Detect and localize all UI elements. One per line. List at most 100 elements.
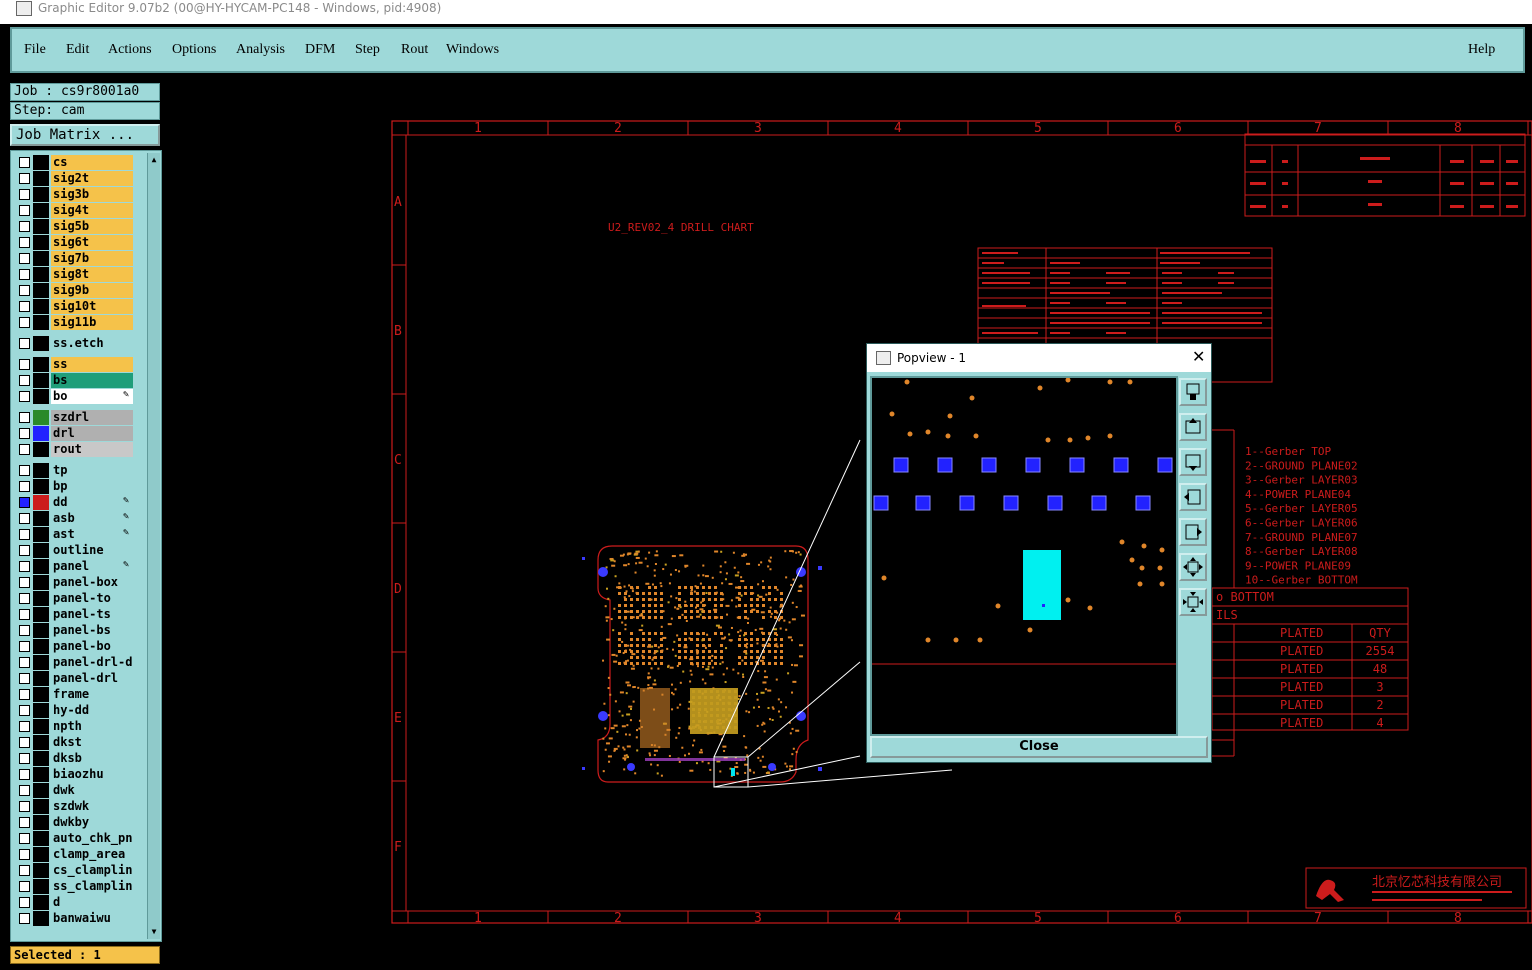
layer-row[interactable]: cs (13, 155, 141, 170)
layer-checkbox[interactable] (19, 285, 30, 296)
layer-checkbox[interactable] (19, 721, 30, 732)
layer-color-swatch[interactable] (33, 575, 49, 590)
menu-step[interactable]: Step (355, 42, 380, 58)
layer-checkbox[interactable] (19, 317, 30, 328)
layer-row[interactable]: d (13, 895, 141, 910)
layer-color-swatch[interactable] (33, 623, 49, 638)
layer-color-swatch[interactable] (33, 203, 49, 218)
layer-color-swatch[interactable] (33, 847, 49, 862)
layer-color-swatch[interactable] (33, 767, 49, 782)
layer-row[interactable]: drl (13, 426, 141, 441)
layer-row[interactable]: hy-dd (13, 703, 141, 718)
layer-row[interactable]: panel ✎ (13, 559, 141, 574)
popview-zoom-out-icon[interactable] (1179, 588, 1207, 616)
layer-checkbox[interactable] (19, 849, 30, 860)
layer-color-swatch[interactable] (33, 751, 49, 766)
layer-checkbox[interactable] (19, 545, 30, 556)
layer-checkbox[interactable] (19, 189, 30, 200)
scroll-up-icon[interactable]: ▲ (149, 155, 159, 165)
layer-row[interactable]: sig7b (13, 251, 141, 266)
layer-checkbox[interactable] (19, 577, 30, 588)
layer-row[interactable]: dksb (13, 751, 141, 766)
layer-row[interactable]: dwk (13, 783, 141, 798)
layer-checkbox[interactable] (19, 609, 30, 620)
layer-color-swatch[interactable] (33, 895, 49, 910)
layer-checkbox[interactable] (19, 785, 30, 796)
layer-checkbox[interactable] (19, 913, 30, 924)
layer-row[interactable]: banwaiwu (13, 911, 141, 926)
layer-row[interactable]: sig4t (13, 203, 141, 218)
layer-color-swatch[interactable] (33, 655, 49, 670)
layer-row[interactable]: dwkby (13, 815, 141, 830)
layer-checkbox[interactable] (19, 593, 30, 604)
layer-row[interactable]: szdwk (13, 799, 141, 814)
layer-color-swatch[interactable] (33, 171, 49, 186)
layer-row[interactable]: ast ✎ (13, 527, 141, 542)
layer-checkbox[interactable] (19, 444, 30, 455)
layer-list-scrollbar[interactable]: ▲ ▼ (147, 153, 160, 939)
layer-row[interactable]: tp (13, 463, 141, 478)
layer-color-swatch[interactable] (33, 591, 49, 606)
popview-pan-left-icon[interactable] (1179, 483, 1207, 511)
layer-row[interactable]: sig10t (13, 299, 141, 314)
layer-row[interactable]: auto_chk_pn (13, 831, 141, 846)
layer-color-swatch[interactable] (33, 463, 49, 478)
layer-row[interactable]: asb ✎ (13, 511, 141, 526)
layer-checkbox[interactable] (19, 705, 30, 716)
menu-file[interactable]: File (24, 42, 46, 58)
layer-row[interactable]: panel-bo (13, 639, 141, 654)
menu-options[interactable]: Options (172, 42, 216, 58)
close-icon[interactable]: ✕ (1192, 343, 1205, 371)
layer-row[interactable]: bo ✎ (13, 389, 141, 404)
layer-checkbox[interactable] (19, 753, 30, 764)
layer-checkbox[interactable] (19, 375, 30, 386)
layer-color-swatch[interactable] (33, 267, 49, 282)
layer-row[interactable]: frame (13, 687, 141, 702)
layer-row[interactable]: bp (13, 479, 141, 494)
layer-color-swatch[interactable] (33, 783, 49, 798)
layer-color-swatch[interactable] (33, 815, 49, 830)
layer-color-swatch[interactable] (33, 373, 49, 388)
layer-color-swatch[interactable] (33, 357, 49, 372)
layer-color-swatch[interactable] (33, 155, 49, 170)
layer-color-swatch[interactable] (33, 527, 49, 542)
layer-row[interactable]: dd ✎ (13, 495, 141, 510)
layer-color-swatch[interactable] (33, 687, 49, 702)
layer-checkbox[interactable] (19, 359, 30, 370)
layer-color-swatch[interactable] (33, 879, 49, 894)
menu-edit[interactable]: Edit (66, 42, 89, 58)
layer-row[interactable]: sig3b (13, 187, 141, 202)
layer-checkbox[interactable] (19, 897, 30, 908)
layer-checkbox[interactable] (19, 529, 30, 540)
job-matrix-button[interactable]: Job Matrix ... (10, 124, 160, 146)
layer-row[interactable]: sig11b (13, 315, 141, 330)
popview-pan-up-icon[interactable] (1179, 413, 1207, 441)
layer-row[interactable]: npth (13, 719, 141, 734)
layer-row[interactable]: clamp_area (13, 847, 141, 862)
layer-checkbox[interactable] (19, 253, 30, 264)
layer-color-swatch[interactable] (33, 639, 49, 654)
layer-checkbox[interactable] (19, 338, 30, 349)
layer-checkbox[interactable] (19, 391, 30, 402)
layer-row[interactable]: cs_clampline (13, 863, 141, 878)
layer-color-swatch[interactable] (33, 911, 49, 926)
layer-color-swatch[interactable] (33, 735, 49, 750)
layer-checkbox[interactable] (19, 513, 30, 524)
layer-color-swatch[interactable] (33, 389, 49, 404)
layer-color-swatch[interactable] (33, 543, 49, 558)
layer-checkbox[interactable] (19, 301, 30, 312)
layer-color-swatch[interactable] (33, 831, 49, 846)
layer-checkbox[interactable] (19, 481, 30, 492)
layer-checkbox[interactable] (19, 737, 30, 748)
pcb-board[interactable] (582, 545, 822, 788)
layer-row[interactable]: sig2t (13, 171, 141, 186)
layer-color-swatch[interactable] (33, 863, 49, 878)
layer-row[interactable]: panel-bs (13, 623, 141, 638)
layer-checkbox[interactable] (19, 641, 30, 652)
layer-row[interactable]: panel-drl (13, 671, 141, 686)
layer-color-swatch[interactable] (33, 187, 49, 202)
graphic-canvas[interactable]: 1122334455667788 ABCDEF U2_REV02_4 DRILL… (166, 78, 1532, 970)
layer-row[interactable]: outline (13, 543, 141, 558)
layer-color-swatch[interactable] (33, 479, 49, 494)
popview-zoom-icon[interactable] (1179, 378, 1207, 406)
